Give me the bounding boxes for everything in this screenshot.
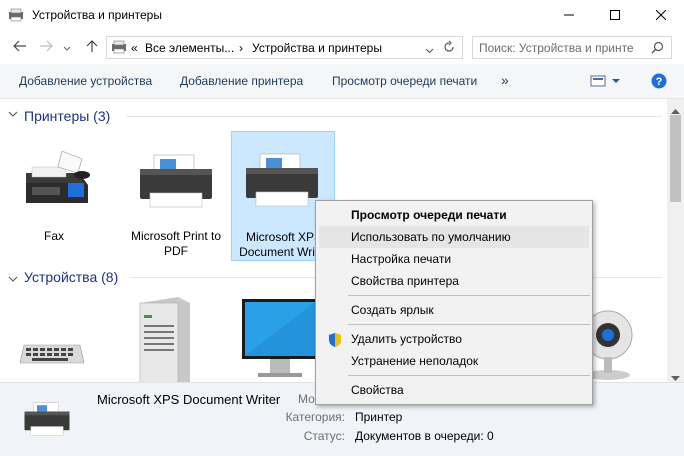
chevron-down-icon bbox=[425, 43, 434, 57]
details-status-label: Статус: bbox=[303, 429, 345, 443]
printer-item-fax[interactable]: Fax bbox=[14, 141, 94, 261]
refresh-icon bbox=[442, 40, 456, 57]
details-model-label: Мо bbox=[298, 392, 315, 406]
chevron-down-icon bbox=[63, 39, 71, 55]
printer-icon bbox=[242, 152, 322, 211]
minimize-button[interactable] bbox=[546, 0, 592, 31]
title-bar: Устройства и принтеры bbox=[0, 0, 684, 31]
arrow-left-icon bbox=[13, 39, 27, 55]
search-placeholder: Поиск: Устройства и принте bbox=[479, 41, 634, 55]
add-device-button[interactable]: Добавление устройства bbox=[19, 74, 152, 88]
breadcrumb-all-items[interactable]: Все элементы... bbox=[145, 41, 234, 55]
breadcrumb-devices-printers[interactable]: Устройства и принтеры bbox=[252, 41, 382, 55]
maximize-icon bbox=[610, 9, 620, 23]
details-category-value: Принтер bbox=[355, 410, 403, 424]
maximize-button[interactable] bbox=[592, 0, 638, 31]
recent-locations-button[interactable] bbox=[60, 37, 74, 57]
menu-item-printer-properties[interactable]: Свойства принтера bbox=[319, 270, 589, 292]
breadcrumb-separator[interactable]: › bbox=[239, 41, 243, 55]
control-panel-icon bbox=[111, 40, 127, 57]
view-options-button[interactable] bbox=[590, 74, 620, 91]
arrow-up-icon bbox=[86, 39, 98, 56]
menu-item-create-shortcut[interactable]: Создать ярлык bbox=[319, 299, 589, 321]
navigation-bar: « Все элементы... › Устройства и принтер… bbox=[0, 31, 684, 64]
forward-button[interactable] bbox=[36, 37, 56, 57]
search-input[interactable]: Поиск: Устройства и принте bbox=[472, 36, 672, 59]
view-icon bbox=[590, 75, 620, 91]
view-print-queue-button[interactable]: Просмотр очереди печати bbox=[332, 74, 477, 88]
address-dropdown-button[interactable] bbox=[425, 43, 434, 57]
close-icon bbox=[655, 9, 667, 23]
chevron-down-icon bbox=[8, 109, 18, 121]
close-button[interactable] bbox=[638, 0, 684, 31]
devices-printers-app-icon bbox=[8, 8, 24, 22]
devices-group-header[interactable]: Устройства (8) bbox=[24, 269, 118, 285]
menu-separator bbox=[348, 375, 590, 376]
chevron-down-icon bbox=[8, 274, 18, 286]
more-commands-button[interactable]: » bbox=[501, 72, 509, 88]
context-menu: Просмотр очереди печати Использовать по … bbox=[315, 200, 593, 405]
scrollbar-thumb[interactable] bbox=[670, 115, 681, 202]
refresh-button[interactable] bbox=[442, 40, 456, 57]
menu-item-view-print-queue[interactable]: Просмотр очереди печати bbox=[319, 204, 589, 226]
search-icon bbox=[651, 41, 664, 57]
address-bar[interactable]: « Все элементы... › Устройства и принтер… bbox=[106, 36, 463, 59]
menu-item-properties[interactable]: Свойства bbox=[319, 379, 589, 401]
address-overflow[interactable]: « bbox=[131, 41, 138, 55]
back-button[interactable] bbox=[10, 37, 30, 57]
menu-item-troubleshoot[interactable]: Устранение неполадок bbox=[319, 350, 589, 372]
menu-separator bbox=[348, 324, 590, 325]
fax-icon bbox=[22, 149, 92, 214]
menu-item-set-default[interactable]: Использовать по умолчанию bbox=[319, 226, 589, 248]
window-title: Устройства и принтеры bbox=[32, 8, 162, 22]
up-button[interactable] bbox=[82, 37, 102, 57]
vertical-scrollbar[interactable] bbox=[667, 99, 684, 382]
menu-separator bbox=[348, 295, 590, 296]
help-button[interactable]: ? bbox=[651, 73, 667, 92]
details-status-value: Документов в очереди: 0 bbox=[355, 429, 494, 443]
menu-item-printing-preferences[interactable]: Настройка печати bbox=[319, 248, 589, 270]
svg-text:?: ? bbox=[656, 76, 663, 88]
collapse-devices-button[interactable] bbox=[8, 274, 18, 286]
pc-tower-icon bbox=[138, 297, 192, 382]
monitor-device[interactable] bbox=[240, 297, 320, 382]
collapse-printers-button[interactable] bbox=[8, 109, 18, 121]
command-bar: Добавление устройства Добавление принтер… bbox=[0, 64, 684, 99]
printers-group-header[interactable]: Принтеры (3) bbox=[24, 108, 110, 124]
minimize-icon bbox=[564, 9, 574, 23]
add-printer-button[interactable]: Добавление принтера bbox=[180, 74, 303, 88]
printer-icon bbox=[136, 153, 216, 212]
keyboard-icon bbox=[19, 344, 85, 368]
printer-label: Fax bbox=[43, 229, 64, 243]
details-device-name: Microsoft XPS Document Writer bbox=[97, 392, 281, 407]
help-icon: ? bbox=[651, 73, 667, 92]
details-category-label: Категория: bbox=[285, 410, 345, 424]
menu-item-remove-device[interactable]: Удалить устройство bbox=[319, 328, 589, 350]
arrow-right-icon bbox=[39, 39, 53, 55]
printer-item-print-to-pdf[interactable]: Microsoft Print to PDF bbox=[128, 141, 224, 261]
selected-printer-icon bbox=[22, 401, 72, 440]
computer-device[interactable] bbox=[138, 295, 192, 382]
printer-label: Microsoft Print to PDF bbox=[130, 229, 222, 258]
keyboard-device[interactable] bbox=[19, 343, 85, 368]
printers-group-divider bbox=[126, 116, 662, 117]
